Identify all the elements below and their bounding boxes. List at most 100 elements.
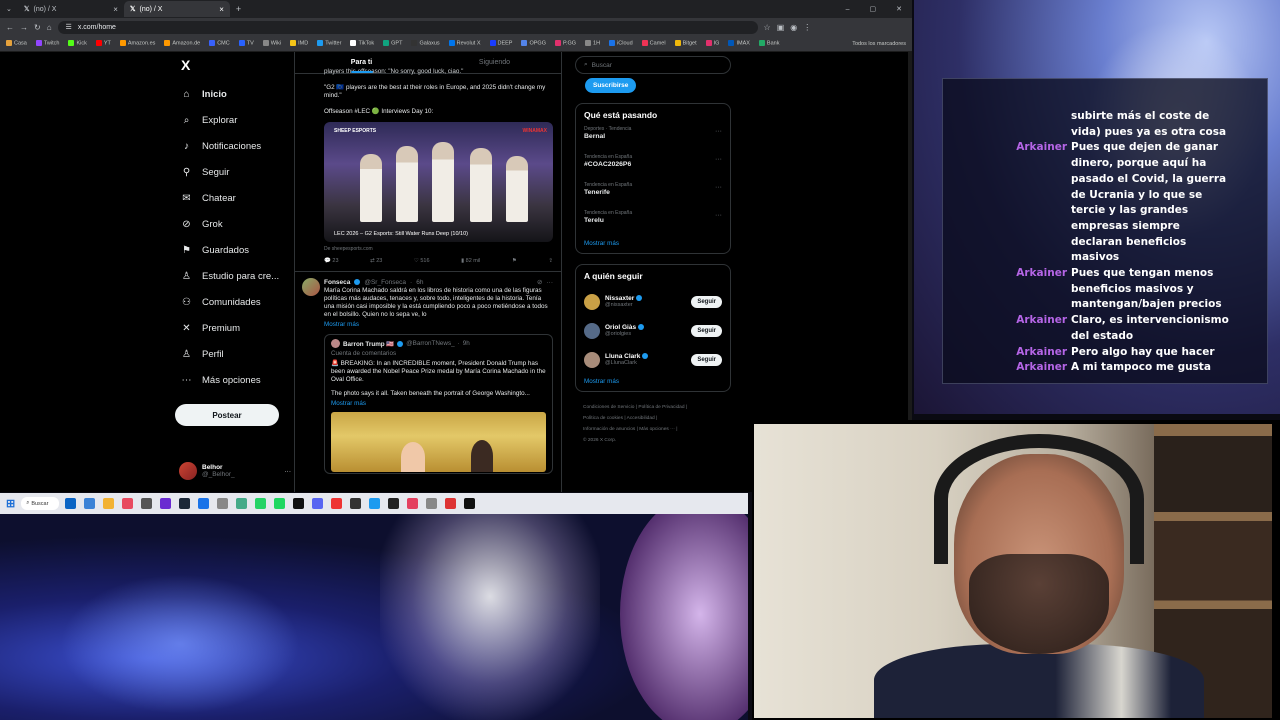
follow-button[interactable]: Seguir [691,324,722,337]
taskbar-app-icon[interactable] [464,498,476,509]
windows-start-icon[interactable]: ⊞ [6,497,15,510]
close-tab-icon[interactable]: × [219,5,224,14]
repost-button[interactable]: ⇄ 23 [370,258,382,264]
close-tab-icon[interactable]: × [113,5,118,14]
nav-item-notificaciones[interactable]: ♪ Notificaciones [175,133,293,159]
bookmark-item[interactable]: 1H [585,40,600,47]
follow-suggestion[interactable]: Lluna Clark @LlunaClark Seguir [584,345,722,374]
browser-tab-active[interactable]: 𝕏 (no) / X × [123,1,230,17]
bookmark-item[interactable]: Wiki [262,40,281,47]
home-icon[interactable]: ⌂ [47,23,52,32]
star-icon[interactable]: ☆ [764,23,771,32]
footer-link[interactable]: Política de Privacidad [638,405,684,410]
bookmark-item[interactable]: DEEP [489,40,512,47]
bookmark-item[interactable]: Galaxus [411,40,440,47]
show-more-link[interactable]: Mostrar más [331,400,546,408]
browser-tab[interactable]: 𝕏 (no) / X × [18,1,124,17]
show-more-link[interactable]: Mostrar más [295,319,561,328]
footer-link[interactable]: Información de anuncios [583,427,635,432]
views-button[interactable]: ▮ 82 mil [461,258,480,264]
bookmark-item[interactable]: Kick [68,40,87,47]
follow-show-more[interactable]: Mostrar más [584,378,722,385]
nav-item-más-opciones[interactable]: ⋯ Más opciones [175,367,293,393]
more-icon[interactable]: ··· [715,184,722,191]
bookmark-item[interactable]: IMD [290,40,308,47]
footer-link[interactable]: Más opciones ··· [639,427,675,432]
post-button[interactable]: Postear [175,404,279,426]
close-window-icon[interactable]: ✕ [886,5,912,13]
taskbar-app-icon[interactable] [198,498,210,509]
bookmark-item[interactable]: iCloud [609,40,633,47]
new-tab-icon[interactable]: + [230,4,247,14]
quote-media[interactable] [331,412,546,472]
bookmark-item[interactable]: GPT [383,40,402,47]
bookmark-item[interactable]: CMC [209,40,230,47]
taskbar-app-icon[interactable] [445,498,457,509]
footer-link[interactable]: © 2026 X Corp. [583,438,616,443]
nav-item-inicio[interactable]: ⌂ Inicio [175,81,293,107]
follow-button[interactable]: Seguir [691,353,722,366]
taskbar-app-icon[interactable] [407,498,419,509]
bookmark-item[interactable]: OPGG [521,40,546,47]
taskbar-app-icon[interactable] [160,498,172,509]
taskbar-app-icon[interactable] [331,498,343,509]
taskbar-app-icon[interactable] [426,498,438,509]
author-name[interactable]: Fonseca [324,279,350,286]
taskbar-app-icon[interactable] [369,498,381,509]
taskbar-app-icon[interactable] [388,498,400,509]
taskbar-app-icon[interactable] [122,498,134,509]
address-bar[interactable]: ☰ x.com/home [57,20,758,34]
nav-item-chatear[interactable]: ✉ Chatear [175,185,293,211]
nav-item-grok[interactable]: ⊘ Grok [175,211,293,237]
bookmark-item[interactable]: P.GG [555,40,576,47]
author-handle[interactable]: @Sr_Fonseca [364,279,406,286]
footer-link[interactable]: Accesibilidad [627,416,655,421]
taskbar-app-icon[interactable] [350,498,362,509]
minimize-icon[interactable]: – [836,6,860,13]
menu-icon[interactable]: ⋮ [803,23,811,32]
tweet-time[interactable]: 6h [416,279,423,286]
nav-item-comunidades[interactable]: ⚇ Comunidades [175,289,293,315]
bookmark-item[interactable]: YT [95,40,111,47]
maximize-icon[interactable]: ▢ [860,5,887,13]
taskbar-app-icon[interactable] [179,498,191,509]
trend-item[interactable]: Tendencia en España #COAC2026P6 ··· [584,154,722,182]
share-icon[interactable]: ⇪ [548,258,553,264]
reload-icon[interactable]: ↻ [34,23,41,32]
nav-item-perfil[interactable]: ♙ Perfil [175,341,293,367]
grok-icon[interactable]: ⊘ [537,278,542,286]
like-button[interactable]: ♡ 516 [414,258,430,264]
trends-show-more[interactable]: Mostrar más [584,240,722,247]
bookmark-item[interactable]: Casa [6,40,27,47]
nav-item-estudio-para-cre[interactable]: ♙ Estudio para cre... [175,263,293,289]
tab-search-icon[interactable]: ⌄ [0,5,18,13]
bookmark-item[interactable]: Twitch [35,40,59,47]
bookmark-item[interactable]: Amazon.es [119,40,155,47]
bookmark-item[interactable]: TikTok [350,40,374,47]
bookmark-icon[interactable]: ⚑ [512,258,517,264]
nav-item-seguir[interactable]: ⚲ Seguir [175,159,293,185]
back-icon[interactable]: ← [6,23,14,32]
more-icon[interactable]: ··· [715,128,722,135]
bookmark-item[interactable]: Camel [641,40,666,47]
taskbar-app-icon[interactable] [65,498,77,509]
taskbar-app-icon[interactable] [255,498,267,509]
bookmark-item[interactable]: Bitget [674,40,697,47]
nav-item-guardados[interactable]: ⚑ Guardados [175,237,293,263]
more-icon[interactable]: ··· [715,212,722,219]
taskbar-app-icon[interactable] [84,498,96,509]
taskbar-app-icon[interactable] [312,498,324,509]
reply-button[interactable]: 💬 23 [324,258,339,264]
more-icon[interactable]: ··· [715,156,722,163]
bookmark-item[interactable]: Twitter [317,40,341,47]
x-logo-icon[interactable]: X [181,57,293,81]
more-icon[interactable]: ··· [547,279,554,286]
trend-item[interactable]: Tendencia en España Terelu ··· [584,210,722,238]
subscribe-button[interactable]: Suscribirse [585,78,637,93]
nav-item-explorar[interactable]: ⌕ Explorar [175,107,293,133]
tweet-1[interactable]: players this offseason: "No sorry, good … [295,68,561,272]
taskbar-app-icon[interactable] [141,498,153,509]
taskbar-app-icon[interactable] [217,498,229,509]
tab-para-ti[interactable]: Para ti [295,52,428,73]
footer-link[interactable]: Política de cookies [583,416,623,421]
